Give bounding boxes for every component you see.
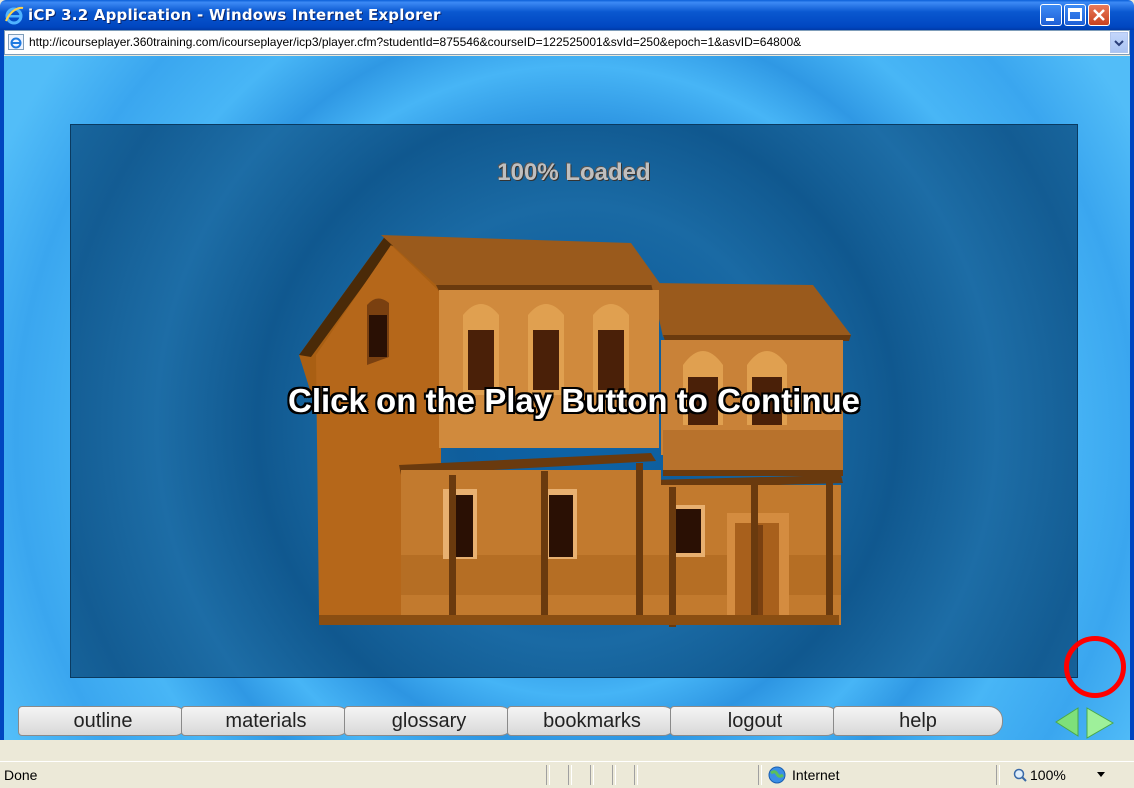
course-stage[interactable]: 100% Loaded Click on the Play Button to … — [70, 124, 1078, 678]
minimize-button[interactable] — [1040, 4, 1062, 26]
tab-help[interactable]: help — [833, 706, 1003, 736]
play-prompt: Click on the Play Button to Continue — [288, 382, 860, 419]
url-text[interactable]: http://icourseplayer.360training.com/ico… — [29, 35, 1114, 49]
tab-materials[interactable]: materials — [181, 706, 351, 736]
tab-label: materials — [225, 710, 307, 732]
course-nav-bar: outline materials glossary bookmarks log… — [4, 704, 1130, 740]
window-frame-bottom — [0, 740, 1134, 761]
highlight-circle — [1064, 636, 1126, 698]
status-separator — [758, 765, 762, 785]
status-text: Done — [4, 767, 38, 783]
loading-status: 100% Loaded — [497, 159, 651, 186]
status-separator — [996, 765, 1000, 785]
chevron-down-icon — [1114, 40, 1124, 47]
status-separator — [590, 765, 594, 785]
tab-label: help — [899, 710, 937, 732]
page-icon — [8, 34, 24, 50]
status-separator — [612, 765, 616, 785]
chevron-down-icon[interactable] — [1096, 771, 1106, 779]
tab-label: glossary — [391, 710, 467, 732]
close-button[interactable] — [1088, 4, 1110, 26]
maximize-button[interactable] — [1064, 4, 1086, 26]
close-icon — [1093, 9, 1105, 21]
window-frame-right — [1130, 30, 1134, 761]
tab-bookmarks[interactable]: bookmarks — [507, 706, 677, 736]
zoom-level[interactable]: 100% — [1030, 767, 1066, 783]
maximize-icon — [1068, 8, 1082, 21]
security-zone[interactable]: Internet — [792, 767, 839, 783]
status-separator — [568, 765, 572, 785]
tab-logout[interactable]: logout — [670, 706, 840, 736]
address-bar[interactable]: http://icourseplayer.360training.com/ico… — [4, 30, 1130, 55]
title-bar: iCP 3.2 Application - Windows Internet E… — [0, 0, 1134, 30]
tab-label: logout — [727, 710, 783, 732]
tab-label: outline — [73, 710, 133, 732]
tab-glossary[interactable]: glossary — [344, 706, 514, 736]
zoom-icon — [1013, 768, 1027, 782]
globe-icon — [768, 766, 786, 784]
status-separator — [634, 765, 638, 785]
play-arrow-icon[interactable] — [1084, 706, 1116, 740]
tab-label: bookmarks — [543, 710, 641, 732]
ie-icon — [5, 6, 24, 25]
window-title: iCP 3.2 Application - Windows Internet E… — [28, 6, 441, 24]
status-separator — [546, 765, 550, 785]
flash-player-area: 100% Loaded Click on the Play Button to … — [4, 56, 1130, 740]
tab-outline[interactable]: outline — [18, 706, 188, 736]
minimize-icon — [1046, 18, 1054, 21]
status-bar: Done Internet 100% — [0, 761, 1134, 788]
back-arrow-icon[interactable] — [1054, 706, 1080, 738]
address-dropdown-button[interactable] — [1110, 32, 1128, 53]
